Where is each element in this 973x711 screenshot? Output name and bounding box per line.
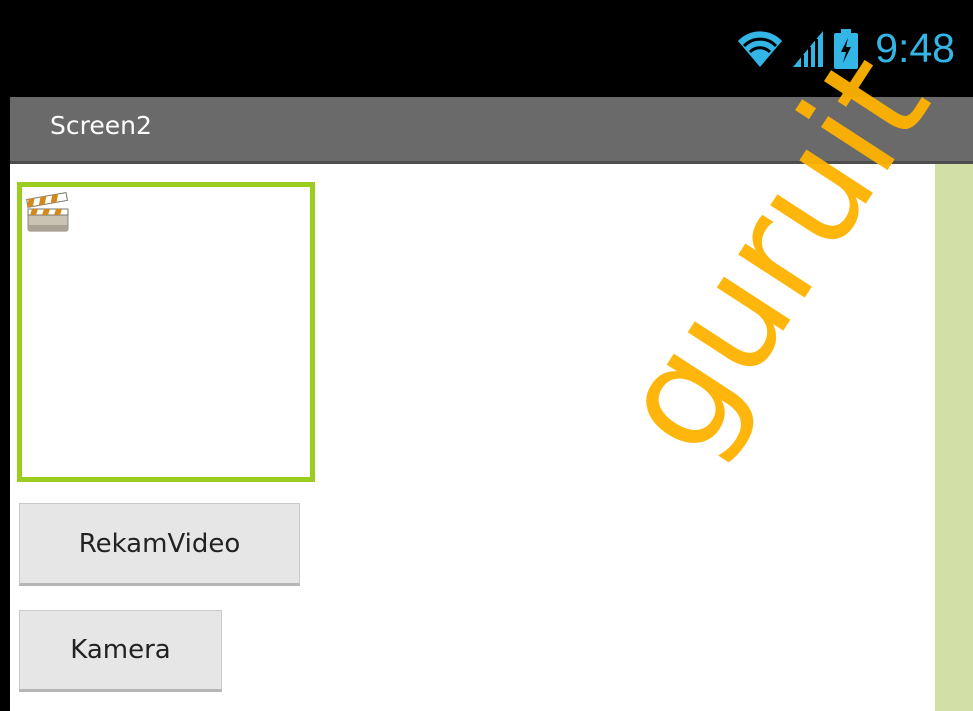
- screen-title: Screen2: [50, 111, 152, 140]
- signal-icon: [793, 30, 824, 67]
- video-player[interactable]: [17, 182, 315, 482]
- scrollbar-track[interactable]: [935, 164, 973, 711]
- status-bar: 9:48: [10, 0, 973, 97]
- title-bar: Screen2: [10, 97, 973, 164]
- clapperboard-icon: [26, 191, 69, 232]
- window-edge: [0, 0, 10, 711]
- rekam-video-button[interactable]: RekamVideo: [19, 503, 300, 586]
- kamera-button[interactable]: Kamera: [19, 610, 222, 692]
- status-time: 9:48: [875, 25, 955, 71]
- status-icons: 9:48: [737, 0, 955, 97]
- battery-icon: [834, 28, 859, 69]
- wifi-icon: [738, 30, 783, 67]
